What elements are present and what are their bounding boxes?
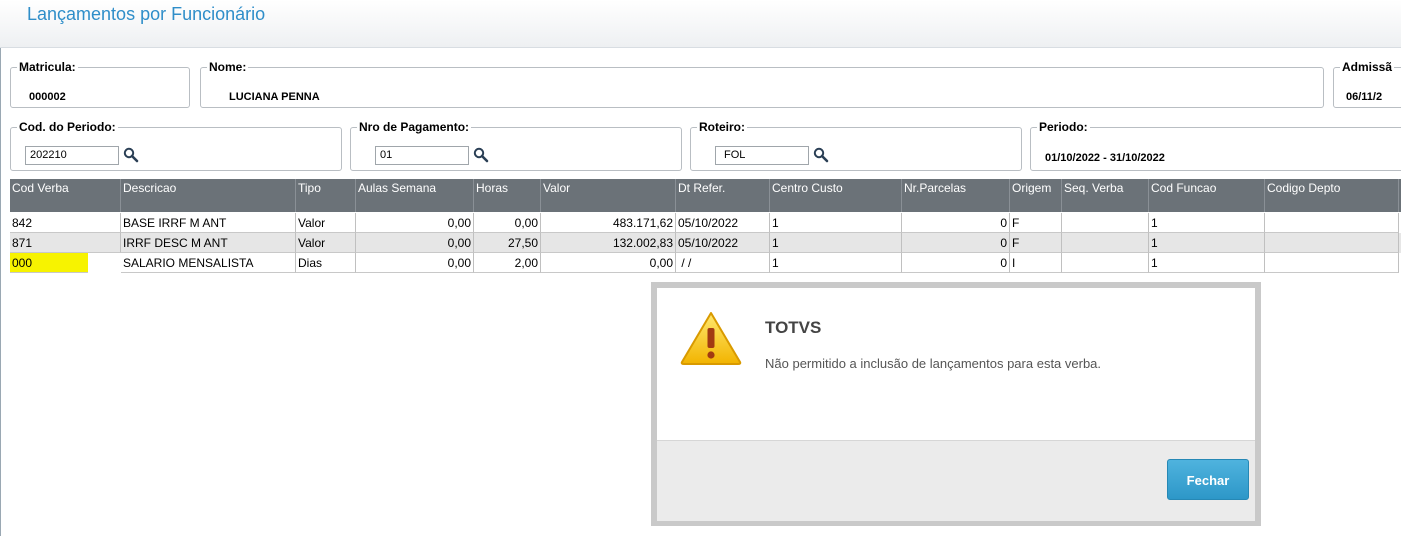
cell-cod-verba[interactable]: 871 <box>10 233 121 253</box>
cell-seq-verba[interactable] <box>1062 233 1149 253</box>
nro-pagamento-label: Nro de Pagamento: <box>359 120 470 134</box>
cell-valor[interactable]: 0,00 <box>541 253 676 273</box>
cod-periodo-label: Cod. do Periodo: <box>19 120 116 134</box>
cell-centro-custo[interactable]: 1 <box>770 213 902 233</box>
roteiro-group: Roteiro: FOL <box>690 121 1022 171</box>
col-header-horas[interactable]: Horas <box>474 179 541 212</box>
matricula-group: Matricula: 000002 <box>10 61 190 108</box>
nome-value: LUCIANA PENNA <box>229 91 320 103</box>
cell-origem[interactable]: F <box>1010 233 1062 253</box>
dialog-message: Não permitido a inclusão de lançamentos … <box>765 356 1102 371</box>
cell-origem[interactable]: I <box>1010 253 1062 273</box>
dialog-title: TOTVS <box>765 318 822 337</box>
cell-codigo-depto[interactable] <box>1265 213 1399 233</box>
cell-dt-refer[interactable]: 05/10/2022 <box>676 213 770 233</box>
cell-descricao[interactable]: BASE IRRF M ANT <box>121 213 296 233</box>
alert-dialog: TOTVS Não permitido a inclusão de lançam… <box>651 282 1261 526</box>
matricula-value: 000002 <box>29 91 66 103</box>
matricula-label: Matricula: <box>19 60 76 74</box>
table-row[interactable]: 871 IRRF DESC M ANT Valor 0,00 27,50 132… <box>10 233 1401 253</box>
cell-tipo[interactable]: Dias <box>296 253 356 273</box>
nro-pagamento-group: Nro de Pagamento: 01 <box>350 121 682 171</box>
cod-periodo-group: Cod. do Periodo: 202210 <box>10 121 342 171</box>
cell-horas[interactable]: 27,50 <box>474 233 541 253</box>
table-row[interactable]: 842 BASE IRRF M ANT Valor 0,00 0,00 483.… <box>10 213 1401 233</box>
window-left-border <box>0 0 1 536</box>
page-title: Lançamentos por Funcionário <box>27 4 266 24</box>
col-header-cod-funcao[interactable]: Cod Funcao <box>1149 179 1265 212</box>
cell-cod-verba[interactable]: 842 <box>10 213 121 233</box>
col-header-aulas-semana[interactable]: Aulas Semana <box>356 179 474 212</box>
nome-label: Nome: <box>209 60 247 74</box>
admissao-group: Admissã 06/11/2 <box>1333 61 1401 108</box>
cell-centro-custo[interactable]: 1 <box>770 253 902 273</box>
cell-nr-parcelas[interactable]: 0 <box>902 213 1010 233</box>
cell-nr-parcelas[interactable]: 0 <box>902 233 1010 253</box>
cell-horas[interactable]: 0,00 <box>474 213 541 233</box>
col-header-seq-verba[interactable]: Seq. Verba <box>1062 179 1149 212</box>
nome-group: Nome: LUCIANA PENNA <box>200 61 1324 108</box>
cell-cod-funcao[interactable]: 1 <box>1149 233 1265 253</box>
cell-seq-verba[interactable] <box>1062 213 1149 233</box>
cell-valor[interactable]: 483.171,62 <box>541 213 676 233</box>
cell-tipo[interactable]: Valor <box>296 233 356 253</box>
periodo-label: Periodo: <box>1039 120 1088 134</box>
col-header-dt-refer[interactable]: Dt Refer. <box>676 179 770 212</box>
cell-aulas-semana[interactable]: 0,00 <box>356 253 474 273</box>
cell-tipo[interactable]: Valor <box>296 213 356 233</box>
cell-cod-verba[interactable]: 000 <box>10 253 88 273</box>
cell-cod-funcao[interactable]: 1 <box>1149 253 1265 273</box>
cell-dt-refer[interactable]: / / <box>676 253 770 273</box>
close-button[interactable]: Fechar <box>1167 459 1249 500</box>
cod-periodo-input[interactable]: 202210 <box>25 146 119 165</box>
search-icon[interactable] <box>123 147 139 163</box>
cell-aulas-semana[interactable]: 0,00 <box>356 213 474 233</box>
col-header-centro-custo[interactable]: Centro Custo <box>770 179 902 212</box>
periodo-group: Periodo: 01/10/2022 - 31/10/2022 <box>1030 121 1401 171</box>
cell-cod-funcao[interactable]: 1 <box>1149 213 1265 233</box>
cell-horas[interactable]: 2,00 <box>474 253 541 273</box>
cell-dt-refer[interactable]: 05/10/2022 <box>676 233 770 253</box>
col-header-cod-verba[interactable]: Cod Verba <box>10 179 121 212</box>
admissao-label: Admissã <box>1342 60 1393 74</box>
grid-header: Cod Verba Descricao Tipo Aulas Semana Ho… <box>10 179 1401 212</box>
periodo-value: 01/10/2022 - 31/10/2022 <box>1045 152 1165 164</box>
dialog-footer: Fechar <box>657 440 1255 521</box>
roteiro-label: Roteiro: <box>699 120 745 134</box>
cell-origem[interactable]: F <box>1010 213 1062 233</box>
cell-seq-verba[interactable] <box>1062 253 1149 273</box>
col-header-codigo-depto[interactable]: Codigo Depto <box>1265 179 1399 212</box>
col-header-tipo[interactable]: Tipo <box>296 179 356 212</box>
cell-nr-parcelas[interactable]: 0 <box>902 253 1010 273</box>
cell-codigo-depto[interactable] <box>1265 233 1399 253</box>
roteiro-input[interactable]: FOL <box>715 146 809 165</box>
table-row[interactable]: 000 SALARIO MENSALISTA Dias 0,00 2,00 0,… <box>10 253 1401 273</box>
title-bar: Lançamentos por Funcionário <box>0 0 1401 48</box>
cell-descricao[interactable]: IRRF DESC M ANT <box>121 233 296 253</box>
warning-icon <box>680 312 742 365</box>
search-icon[interactable] <box>473 147 489 163</box>
cell-valor[interactable]: 132.002,83 <box>541 233 676 253</box>
search-icon[interactable] <box>813 147 829 163</box>
nro-pagamento-input[interactable]: 01 <box>375 146 469 165</box>
col-header-nr-parcelas[interactable]: Nr.Parcelas <box>902 179 1010 212</box>
cell-codigo-depto[interactable] <box>1265 253 1399 273</box>
cell-aulas-semana[interactable]: 0,00 <box>356 233 474 253</box>
cell-centro-custo[interactable]: 1 <box>770 233 902 253</box>
alert-dialog-body: TOTVS Não permitido a inclusão de lançam… <box>657 288 1255 521</box>
cell-descricao[interactable]: SALARIO MENSALISTA <box>121 253 296 273</box>
col-header-descricao[interactable]: Descricao <box>121 179 296 212</box>
col-header-origem[interactable]: Origem <box>1010 179 1062 212</box>
col-header-valor[interactable]: Valor <box>541 179 676 212</box>
admissao-value: 06/11/2 <box>1346 91 1383 103</box>
